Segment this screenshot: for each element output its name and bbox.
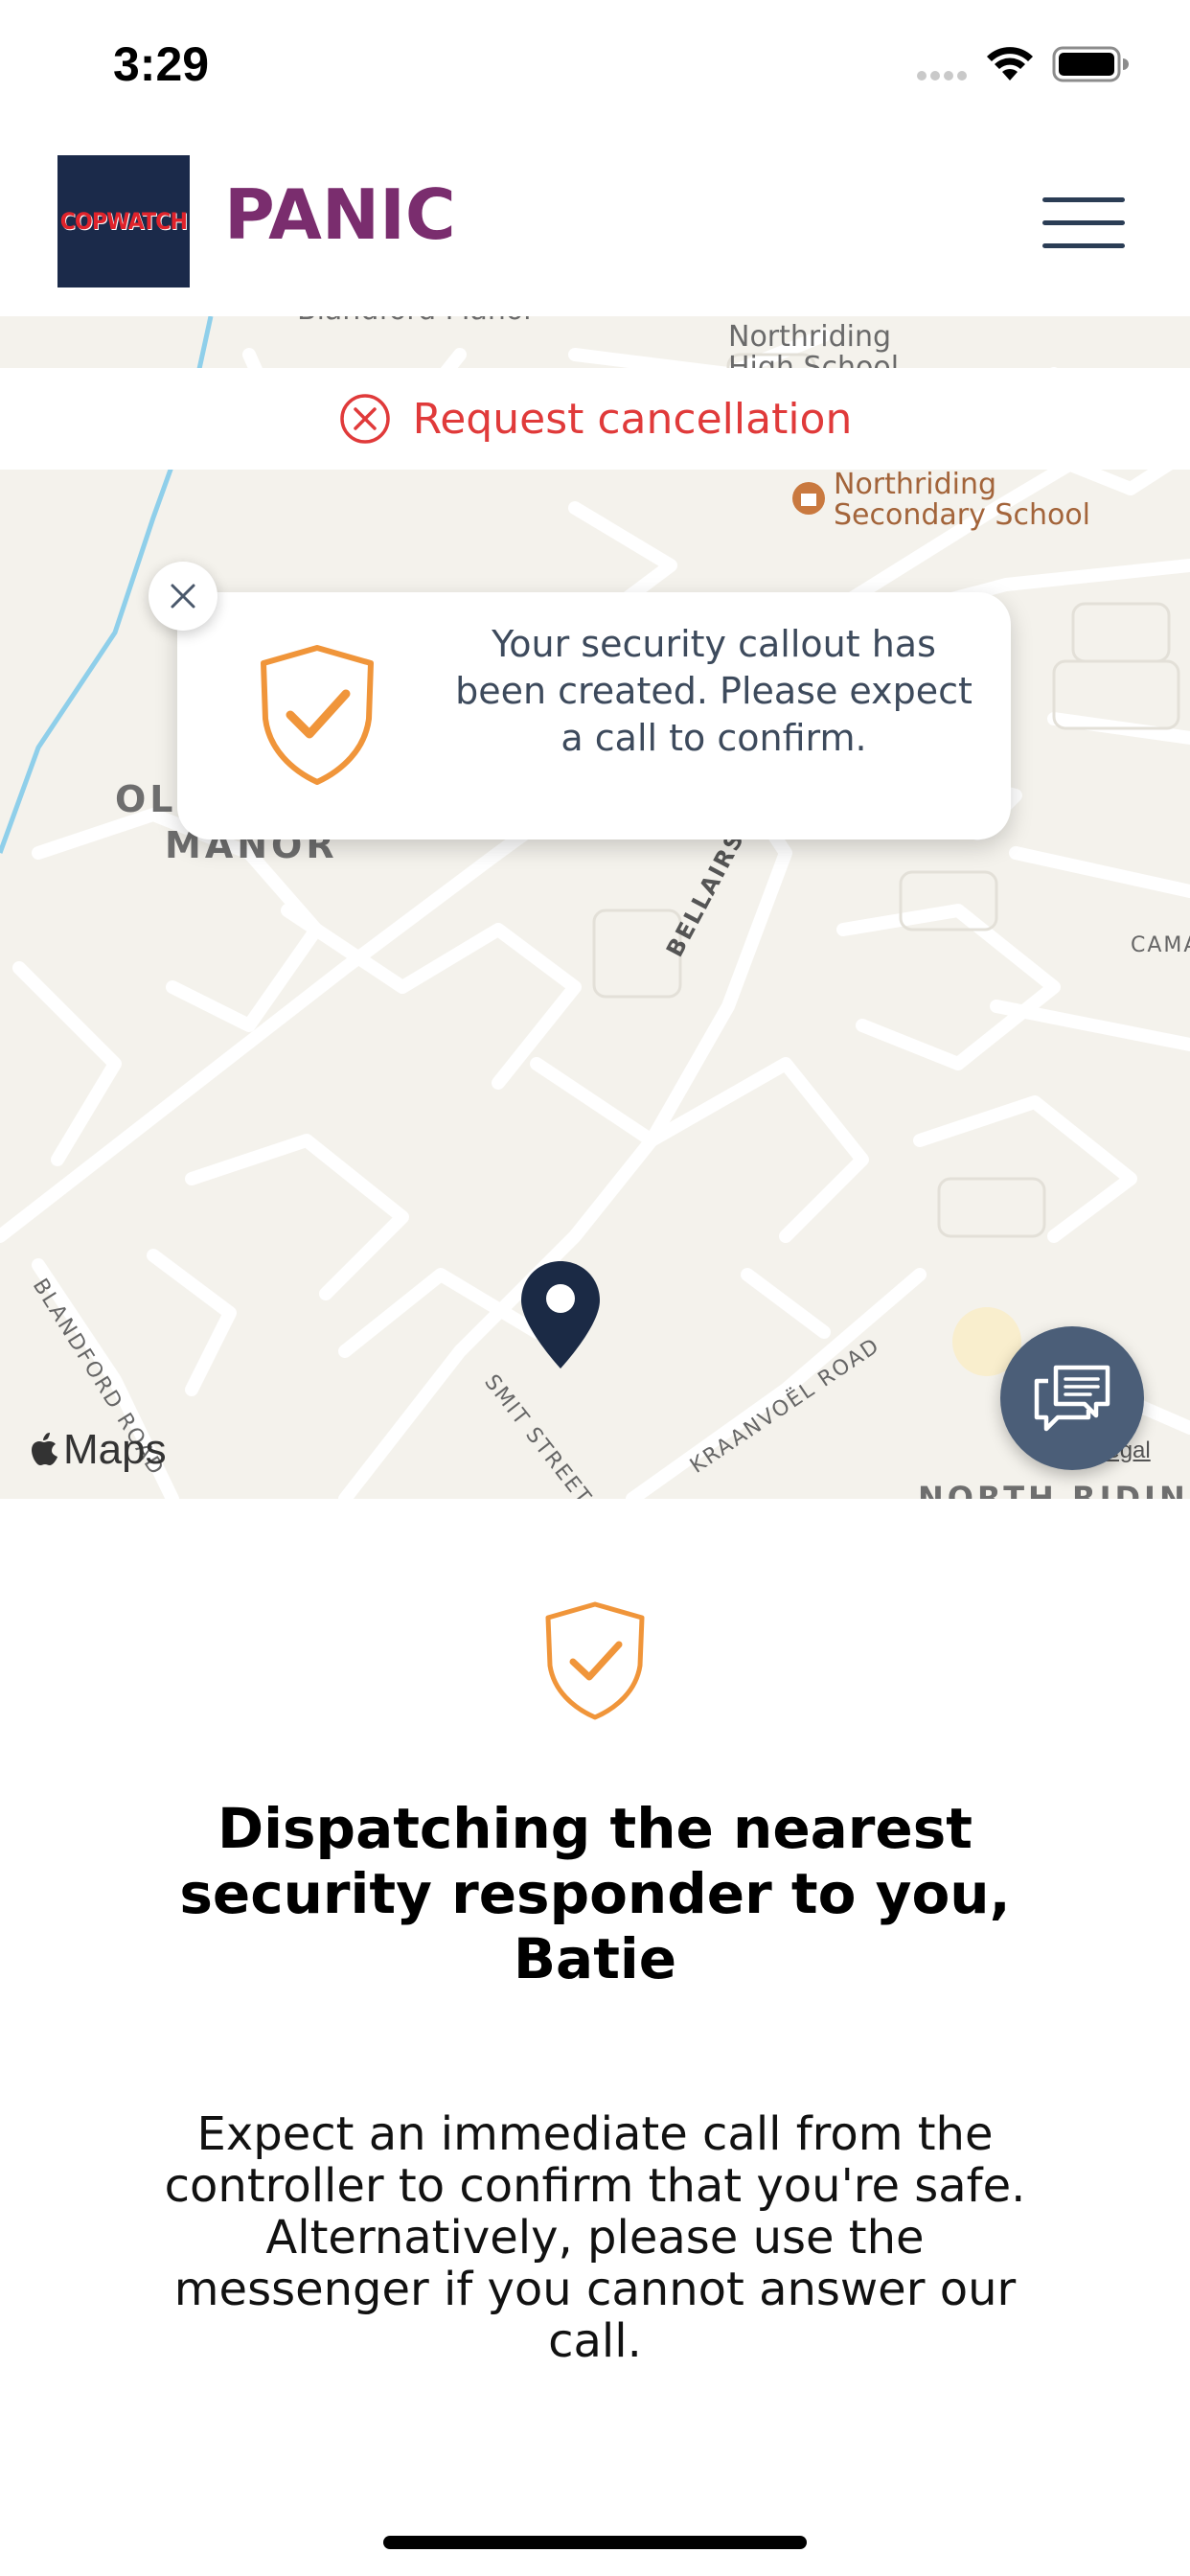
- logo-text: COPWATCH: [59, 208, 188, 235]
- wifi-icon: [987, 47, 1033, 80]
- app-header: COPWATCH PANIC: [0, 134, 1190, 316]
- copwatch-logo: COPWATCH: [57, 155, 190, 288]
- callout-created-toast: Your security callout has been created. …: [177, 592, 1011, 840]
- hamburger-icon: [1042, 197, 1125, 202]
- map-label-blandford-manor: Blandford Manor: [297, 316, 536, 326]
- shield-check-icon: [545, 1601, 645, 1720]
- close-circle-icon: [339, 394, 390, 444]
- messenger-button[interactable]: [1000, 1326, 1144, 1470]
- menu-button[interactable]: [1035, 190, 1127, 257]
- map-view[interactable]: Blandford Manor Northriding High School …: [0, 316, 1190, 1499]
- chat-bubbles-icon: [1034, 1365, 1110, 1432]
- apple-maps-attribution: Maps: [29, 1426, 167, 1474]
- map-pin-icon: [521, 1261, 600, 1368]
- school-icon: [792, 482, 825, 515]
- map-label-northriding-secondary-1: Northriding: [834, 468, 997, 501]
- map-label-cama: CAMA: [1131, 933, 1190, 957]
- map-label-northriding-secondary-2: Secondary School: [834, 498, 1091, 532]
- request-cancellation-label: Request cancellation: [412, 394, 853, 444]
- close-icon: [171, 584, 195, 609]
- apple-logo-icon: [32, 1433, 57, 1465]
- cellular-signal-icon: [917, 71, 967, 80]
- dispatch-headline: Dispatching the nearest security respond…: [179, 1796, 1011, 1991]
- battery-icon: [1052, 46, 1129, 82]
- toast-message: Your security callout has been created. …: [455, 623, 973, 759]
- status-bar: 3:29: [0, 0, 1190, 134]
- map-label-north-riding: NORTH RIDIN: [918, 1480, 1189, 1499]
- hamburger-icon-bar: [1042, 243, 1125, 248]
- maps-attribution-text: Maps: [63, 1426, 167, 1473]
- request-cancellation-button[interactable]: Request cancellation: [0, 368, 1190, 470]
- home-indicator[interactable]: [383, 2536, 807, 2549]
- toast-close-button[interactable]: [149, 562, 217, 631]
- dispatch-instructions: Expect an immediate call from the contro…: [164, 2107, 1026, 2368]
- shield-check-icon: [261, 645, 374, 785]
- status-time: 3:29: [113, 37, 210, 91]
- hamburger-icon-bar: [1042, 220, 1125, 225]
- page-title: PANIC: [224, 174, 456, 255]
